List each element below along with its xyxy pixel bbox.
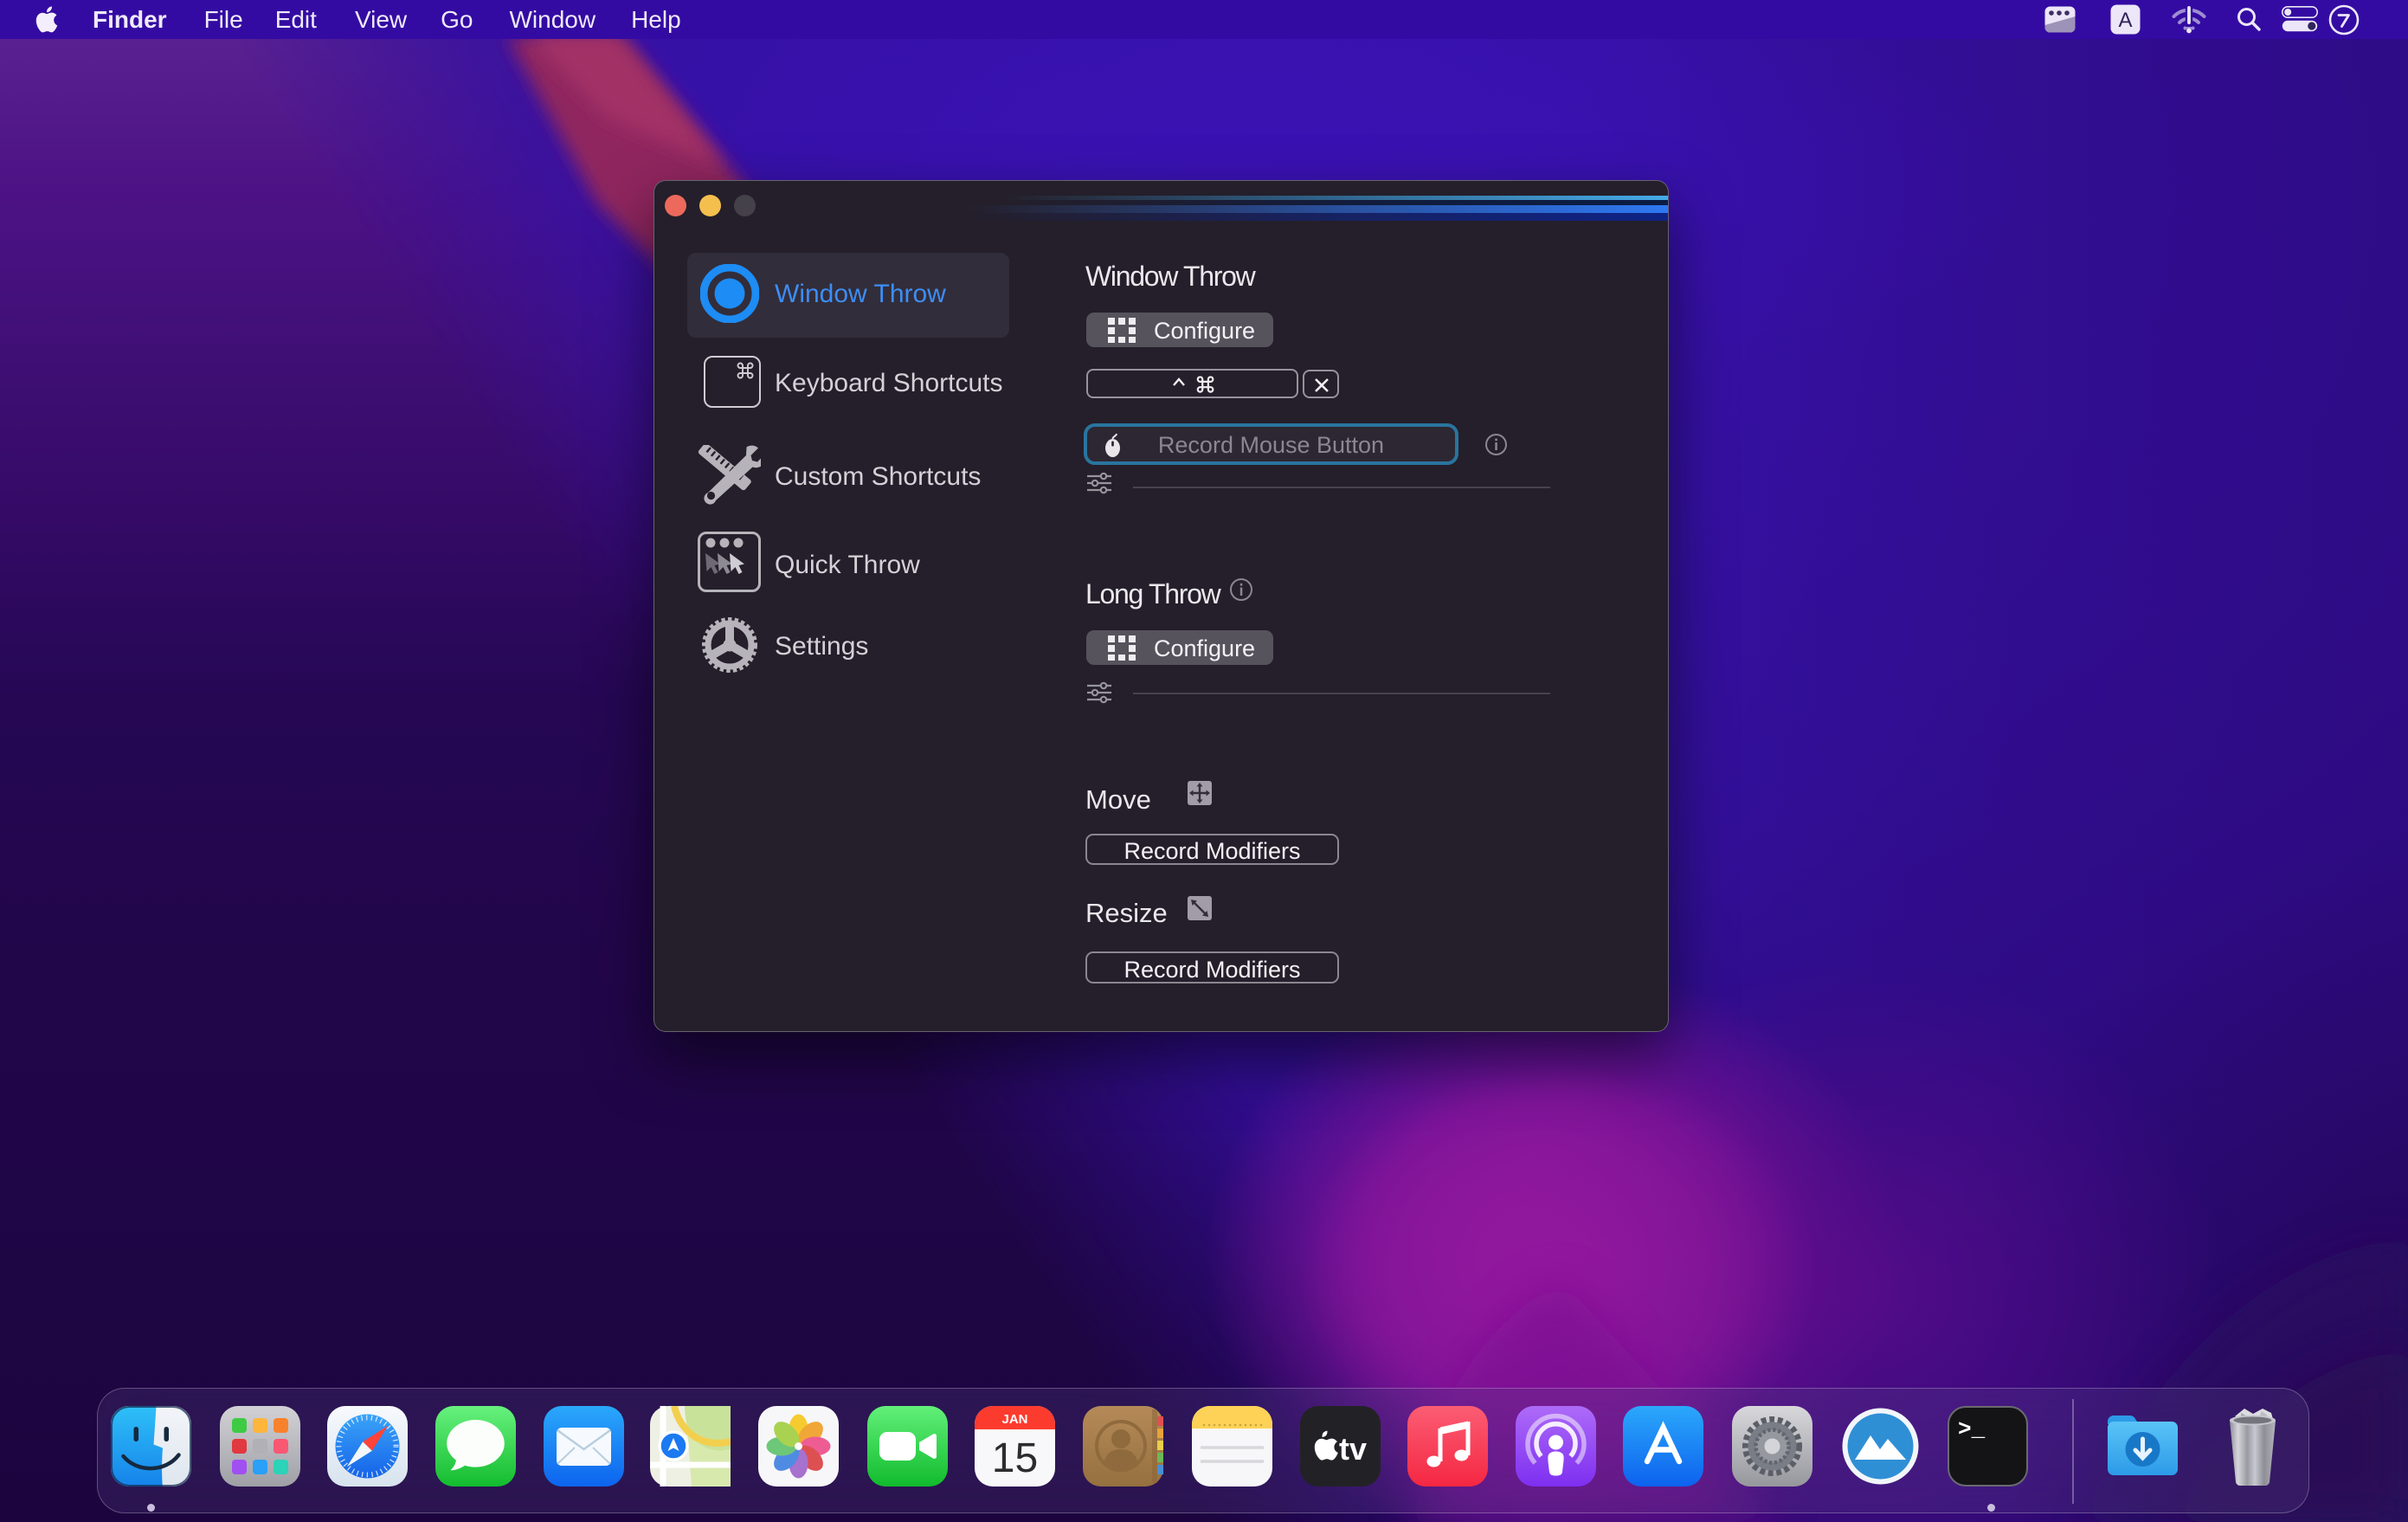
svg-text:tv: tv bbox=[1339, 1431, 1367, 1467]
svg-text:JAN: JAN bbox=[1001, 1412, 1027, 1427]
svg-text:15: 15 bbox=[992, 1435, 1038, 1481]
svg-text:>_: >_ bbox=[1958, 1416, 1986, 1442]
svg-text:A: A bbox=[2118, 9, 2132, 32]
